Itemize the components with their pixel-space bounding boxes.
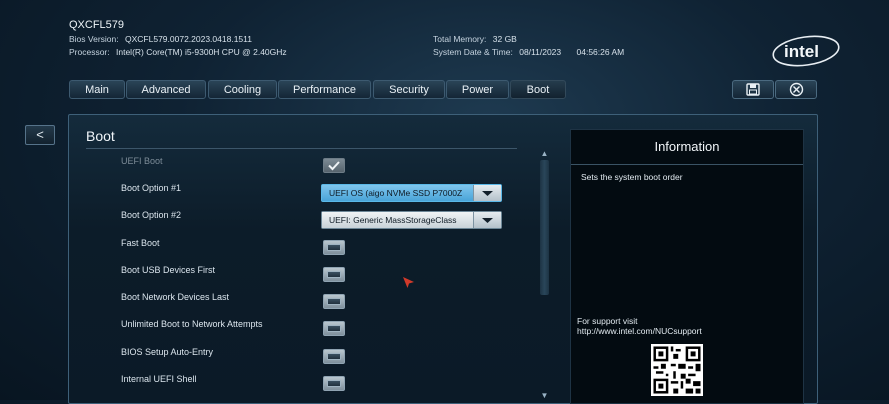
memory-label: Total Memory: [433,34,487,44]
support-text: For support visit http://www.intel.com/N… [577,316,702,336]
close-circle-icon [789,82,804,97]
option-label-boot-network-last: Boot Network Devices Last [121,292,230,302]
option-label-uefi-boot: UEFI Boot [121,156,163,166]
boot-option-2-select[interactable]: UEFI: Generic MassStorageClass [321,211,502,229]
information-panel: Information Sets the system boot order F… [570,129,804,404]
processor-label: Processor: [69,47,110,57]
option-label-internal-uefi-shell: Internal UEFI Shell [121,374,197,384]
option-label-bios-setup-auto-entry: BIOS Setup Auto-Entry [121,347,214,357]
internal-uefi-shell-checkbox[interactable] [323,376,345,391]
intel-logo-text: intel [784,42,819,61]
information-text: Sets the system boot order [581,172,683,182]
bios-version-value: QXCFL579.0072.2023.0418.1511 [125,34,252,44]
bios-setup-auto-entry-checkbox[interactable] [323,349,345,364]
boot-option-1-value: UEFI OS (aigo NVMe SSD P7000Z [322,185,474,201]
boot-option-2-dropdown-arrow[interactable] [473,212,501,228]
option-label-boot-option-2: Boot Option #2 [121,210,182,220]
header-bar: QXCFL579 Bios Version: QXCFL579.0072.202… [0,0,889,78]
bios-version-row: Bios Version: QXCFL579.0072.2023.0418.15… [69,34,252,44]
tab-power[interactable]: Power [446,80,509,99]
back-button[interactable]: < [25,125,55,145]
checkmark-icon [328,161,340,171]
tab-boot[interactable]: Boot [510,80,566,99]
exit-button[interactable] [775,80,817,99]
fast-boot-checkbox[interactable] [323,240,345,255]
tab-advanced[interactable]: Advanced [126,80,206,99]
page-title: Boot [86,128,115,144]
chevron-down-icon [482,218,493,223]
tab-performance[interactable]: Performance [278,80,371,99]
processor-value: Intel(R) Core(TM) i5-9300H CPU @ 2.40GHz [116,47,287,57]
support-url: http://www.intel.com/NUCsupport [577,326,702,336]
scroll-up-icon[interactable]: ▲ [540,150,549,158]
system-name: QXCFL579 [69,19,125,31]
boot-option-1-dropdown-arrow[interactable] [473,185,501,201]
qr-code [651,344,703,396]
tab-security[interactable]: Security [373,80,445,99]
processor-row: Processor: Intel(R) Core(TM) i5-9300H CP… [69,47,287,57]
memory-row: Total Memory: 32 GB [433,34,517,44]
uefi-boot-checkbox[interactable] [323,158,345,173]
support-line-1: For support visit [577,316,638,326]
title-divider [86,148,517,149]
boot-network-last-checkbox[interactable] [323,294,345,309]
boot-option-2-value: UEFI: Generic MassStorageClass [322,212,474,228]
datetime-row: System Date & Time: 08/11/2023 04:56:26 … [433,47,624,57]
chevron-down-icon [482,191,493,196]
option-label-boot-usb-first: Boot USB Devices First [121,265,216,275]
option-label-unlimited-network-boot: Unlimited Boot to Network Attempts [121,319,263,329]
scrollbar[interactable] [540,160,549,295]
mouse-cursor-icon [403,277,414,288]
scroll-down-icon[interactable]: ▼ [540,392,549,400]
floppy-disk-icon [746,83,760,96]
time-value: 04:56:26 AM [576,47,625,57]
boot-usb-first-checkbox[interactable] [323,267,345,282]
tab-main[interactable]: Main [69,80,125,99]
memory-value: 32 GB [492,34,517,44]
tab-cooling[interactable]: Cooling [208,80,277,99]
information-title: Information [571,130,803,165]
date-value: 08/11/2023 [519,47,562,57]
save-button[interactable] [732,80,774,99]
boot-option-1-select[interactable]: UEFI OS (aigo NVMe SSD P7000Z [321,184,502,202]
datetime-label: System Date & Time: [433,47,513,57]
intel-logo: intel [772,35,840,67]
unlimited-network-boot-checkbox[interactable] [323,321,345,336]
option-label-fast-boot: Fast Boot [121,238,160,248]
option-label-boot-option-1: Boot Option #1 [121,183,182,193]
bios-version-label: Bios Version: [69,34,119,44]
